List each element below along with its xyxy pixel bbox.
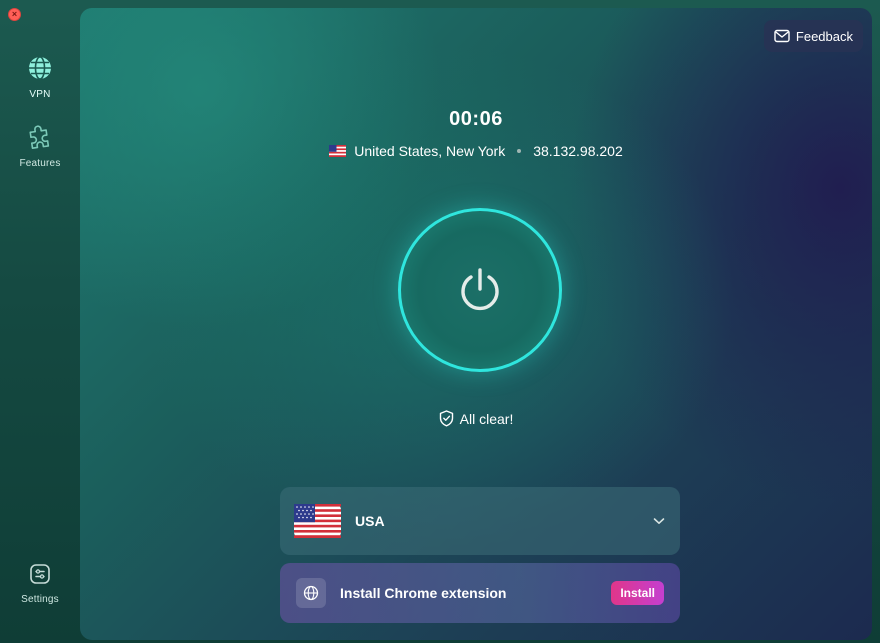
globe-outline-icon <box>303 585 319 601</box>
sidebar-item-vpn[interactable]: VPN <box>0 55 80 100</box>
feedback-label: Feedback <box>795 28 853 44</box>
settings-icon <box>30 564 50 584</box>
app-window: × VPN Features Settings Feedback 00:06 U… <box>0 0 880 643</box>
ip-address: 38.132.98.202 <box>533 143 623 159</box>
main-panel: Feedback 00:06 United States, New York 3… <box>80 8 872 640</box>
us-flag-icon <box>329 145 347 157</box>
status-text: All clear! <box>459 410 514 427</box>
sidebar: VPN Features Settings <box>0 0 80 643</box>
protection-status: All clear! <box>80 410 872 427</box>
power-button[interactable] <box>398 208 562 372</box>
server-selector[interactable]: USA <box>280 487 680 555</box>
feedback-button[interactable]: Feedback <box>763 20 863 52</box>
sidebar-item-features[interactable]: Features <box>0 124 80 169</box>
chevron-down-icon[interactable] <box>652 516 666 526</box>
extension-icon-box <box>296 578 326 608</box>
server-country-name: USA <box>355 513 385 529</box>
sidebar-item-settings[interactable]: Settings <box>0 562 80 605</box>
sidebar-item-label: VPN <box>29 89 51 100</box>
globe-icon <box>29 56 51 80</box>
separator-dot <box>517 149 522 153</box>
install-button[interactable]: Install <box>611 581 664 605</box>
location-text: United States, New York <box>354 143 506 159</box>
extension-title: Install Chrome extension <box>340 585 507 601</box>
puzzle-icon <box>29 125 50 149</box>
power-icon <box>461 268 499 311</box>
chrome-extension-banner: Install Chrome extension Install <box>280 563 680 623</box>
mail-icon <box>774 29 790 43</box>
connection-timer: 00:06 <box>449 108 503 130</box>
shield-check-icon <box>439 410 453 427</box>
connection-location: United States, New York 38.132.98.202 <box>80 143 872 159</box>
sidebar-item-label: Settings <box>21 594 59 605</box>
usa-flag-icon <box>294 504 341 538</box>
sidebar-item-label: Features <box>19 158 61 169</box>
